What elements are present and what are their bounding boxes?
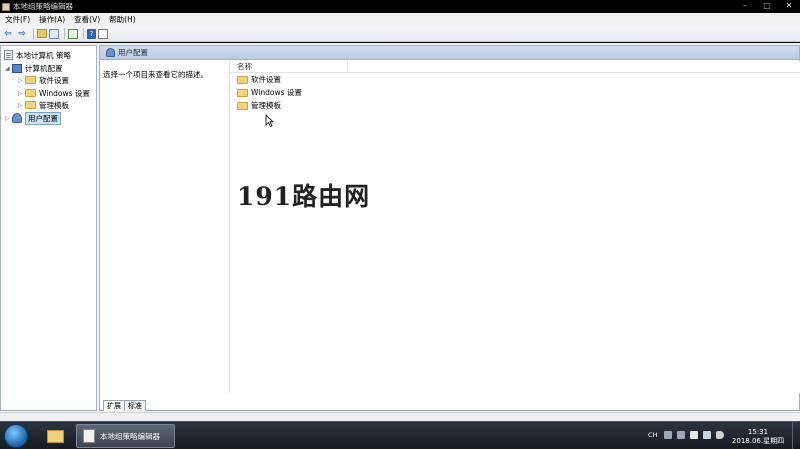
minimize-button[interactable]: –	[734, 0, 756, 11]
back-arrow-icon[interactable]: ⇦	[2, 28, 14, 40]
watermark-text: 191路由网	[237, 182, 371, 211]
system-tray: CH	[648, 431, 729, 439]
toolbar-separator	[83, 28, 84, 39]
user-icon	[106, 48, 115, 57]
show-desktop-button[interactable]	[792, 422, 800, 449]
folder-icon	[237, 75, 248, 84]
taskbar-gpedit[interactable]: 本地组策略编辑器	[76, 424, 175, 448]
document-icon	[83, 429, 95, 443]
properties-icon[interactable]	[98, 28, 108, 39]
list-item-label: 管理模板	[251, 101, 281, 110]
folder-icon	[25, 89, 36, 97]
export-list-icon[interactable]	[68, 28, 78, 39]
client-area: 本地计算机 策略 ◢ 计算机配置 ▷ 软件设置 ▷ Windows 设置 ▷ 管…	[0, 43, 800, 412]
toolbar-separator	[64, 28, 65, 39]
close-button[interactable]: ✕	[778, 0, 800, 11]
details-pane: 用户配置 选择一个项目来查看它的描述。 名称 软件设置 Windows 设置 管…	[99, 45, 800, 411]
folder-icon	[237, 101, 248, 110]
tree-node-admin-templates[interactable]: ▷ 管理模板	[18, 99, 69, 111]
tree-node-label: 软件设置	[39, 75, 69, 85]
tab-strip-line	[100, 410, 799, 411]
tree-node-label: 管理模板	[39, 100, 69, 110]
app-icon	[2, 2, 10, 11]
clock-time: 15:31	[747, 428, 769, 436]
tree-node-computer-config[interactable]: ◢ 计算机配置	[5, 62, 63, 74]
tree-node-windows-settings[interactable]: ▷ Windows 设置	[18, 87, 90, 99]
tree-pane: 本地计算机 策略 ◢ 计算机配置 ▷ 软件设置 ▷ Windows 设置 ▷ 管…	[0, 45, 97, 411]
tab-extended[interactable]: 扩展	[103, 400, 125, 411]
computer-icon	[12, 63, 22, 73]
collapsed-chevron-icon[interactable]: ▷	[18, 102, 25, 109]
maximize-button[interactable]: □	[756, 0, 778, 11]
view-tabs: 扩展 标准	[103, 400, 146, 411]
taskbar-app-label: 本地组策略编辑器	[100, 431, 160, 441]
toolbar-separator	[33, 28, 34, 39]
toolbar: ⇦ ⇨ ?	[0, 26, 800, 42]
menu-bar: 文件(F) 操作(A) 查看(V) 帮助(H)	[0, 13, 800, 26]
list-header: 名称	[230, 60, 800, 73]
menu-file[interactable]: 文件(F)	[2, 14, 33, 25]
folder-icon	[25, 76, 36, 84]
language-indicator[interactable]: CH	[648, 431, 657, 439]
keyboard-icon[interactable]	[664, 431, 673, 439]
collapsed-chevron-icon[interactable]: ▷	[18, 90, 25, 97]
collapsed-chevron-icon[interactable]: ▷	[5, 115, 12, 122]
up-folder-icon[interactable]	[37, 29, 47, 38]
tree-node-user-config[interactable]: ▷ 用户配置	[5, 111, 61, 125]
description-text: 选择一个项目来查看它的描述。	[103, 70, 208, 79]
window-title: 本地组策略编辑器	[13, 2, 73, 11]
start-button[interactable]	[4, 424, 28, 448]
tree-node-software-settings[interactable]: ▷ 软件设置	[18, 74, 69, 86]
window-controls: – □ ✕	[734, 0, 800, 11]
network-icon[interactable]	[703, 431, 712, 439]
taskbar-explorer[interactable]	[40, 424, 70, 448]
volume-icon[interactable]	[716, 431, 725, 439]
taskbar: 本地组策略编辑器 CH 15:31 2018.06.星期四	[0, 421, 800, 449]
action-center-flag-icon[interactable]	[690, 431, 699, 439]
list-item-software-settings[interactable]: 软件设置	[230, 73, 800, 86]
tree-node-label: Windows 设置	[39, 88, 90, 98]
tree-node-label: 本地计算机 策略	[16, 50, 71, 60]
menu-action[interactable]: 操作(A)	[36, 14, 68, 25]
forward-arrow-icon[interactable]: ⇨	[16, 28, 28, 40]
folder-icon	[237, 88, 248, 97]
collapsed-chevron-icon[interactable]: ▷	[18, 77, 25, 84]
tree-node-label: 计算机配置	[25, 63, 63, 73]
help-icon[interactable]: ?	[87, 28, 96, 39]
expanded-chevron-icon[interactable]: ◢	[5, 65, 12, 72]
show-hide-tree-icon[interactable]	[49, 28, 59, 39]
user-icon	[12, 113, 22, 123]
clock-date: 2018.06.星期四	[731, 437, 785, 445]
list-item-label: Windows 设置	[251, 88, 302, 97]
item-list: 名称 软件设置 Windows 设置 管理模板	[229, 60, 800, 393]
tree-node-root[interactable]: 本地计算机 策略	[4, 49, 71, 61]
tree-node-label: 用户配置	[25, 111, 61, 125]
list-item-label: 软件设置	[251, 75, 281, 84]
tab-standard[interactable]: 标准	[124, 400, 146, 411]
policy-icon	[4, 50, 13, 60]
title-bar: 本地组策略编辑器 – □ ✕	[0, 0, 800, 13]
status-bar	[0, 412, 800, 421]
details-title: 用户配置	[118, 48, 148, 57]
details-header: 用户配置	[100, 46, 799, 60]
list-item-admin-templates[interactable]: 管理模板	[230, 99, 800, 112]
folder-icon	[25, 101, 36, 109]
folder-icon	[46, 429, 64, 443]
clock[interactable]: 15:31 2018.06.星期四	[726, 428, 790, 446]
menu-help[interactable]: 帮助(H)	[106, 14, 139, 25]
column-header-name[interactable]: 名称	[230, 60, 348, 73]
menu-view[interactable]: 查看(V)	[71, 14, 103, 25]
show-hidden-icons-icon[interactable]	[677, 431, 686, 439]
list-item-windows-settings[interactable]: Windows 设置	[230, 86, 800, 99]
